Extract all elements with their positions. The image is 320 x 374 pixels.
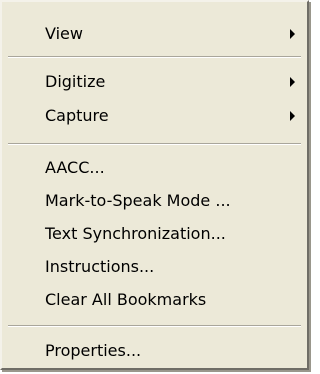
menu-item-label: Digitize bbox=[45, 72, 106, 91]
menu-item-properties[interactable]: Properties... bbox=[2, 335, 307, 367]
chevron-right-icon bbox=[290, 77, 295, 87]
menu-item-instructions[interactable]: Instructions... bbox=[2, 251, 307, 283]
chevron-right-icon bbox=[290, 111, 295, 121]
chevron-right-icon bbox=[290, 29, 295, 39]
menu-separator bbox=[8, 143, 301, 145]
menu-item-text-synchronization[interactable]: Text Synchronization... bbox=[2, 218, 307, 250]
menu-item-label: AACC... bbox=[45, 158, 105, 177]
menu-item-label: View bbox=[45, 24, 83, 43]
menu-item-label: Capture bbox=[45, 106, 109, 125]
context-menu: View Digitize Capture AACC... Mark-to-Sp… bbox=[0, 0, 309, 370]
menu-item-label: Text Synchronization... bbox=[45, 224, 226, 243]
menu-item-view[interactable]: View bbox=[2, 18, 307, 50]
menu-item-aacc[interactable]: AACC... bbox=[2, 152, 307, 184]
menu-item-label: Properties... bbox=[45, 341, 142, 360]
menu-separator bbox=[8, 325, 301, 327]
menu-item-label: Instructions... bbox=[45, 257, 155, 276]
menu-item-clear-all-bookmarks[interactable]: Clear All Bookmarks bbox=[2, 284, 307, 316]
menu-item-mark-to-speak-mode[interactable]: Mark-to-Speak Mode ... bbox=[2, 185, 307, 217]
menu-item-label: Clear All Bookmarks bbox=[45, 290, 207, 309]
menu-item-digitize[interactable]: Digitize bbox=[2, 66, 307, 98]
menu-item-capture[interactable]: Capture bbox=[2, 100, 307, 132]
menu-item-label: Mark-to-Speak Mode ... bbox=[45, 191, 231, 210]
menu-separator bbox=[8, 56, 301, 58]
